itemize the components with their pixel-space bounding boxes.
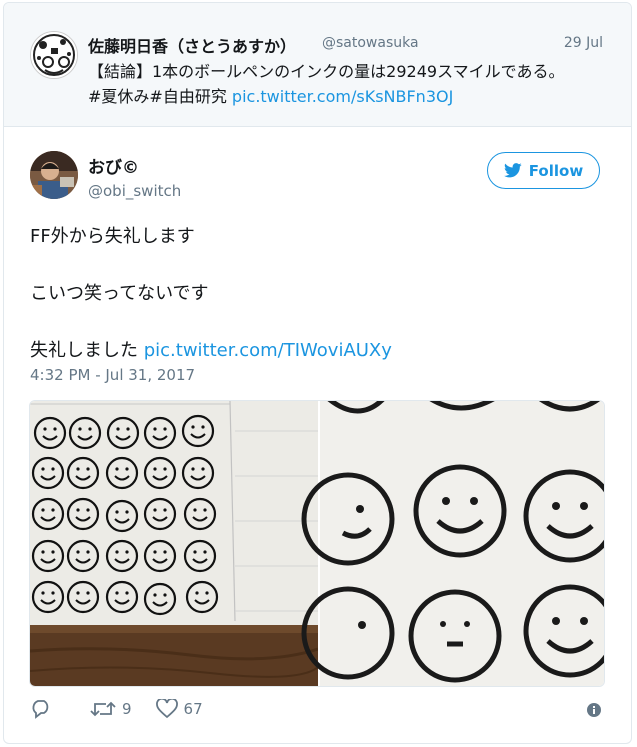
tweet-text-line-2: こいつ笑ってないです xyxy=(30,283,209,304)
tweet-text-line-3: 失礼しました pic.twitter.com/TIWoviAUXy xyxy=(30,336,392,362)
follow-label: Follow xyxy=(528,161,584,180)
parent-avatar[interactable] xyxy=(30,31,78,79)
retweet-icon xyxy=(90,701,116,717)
tweet-info-button[interactable] xyxy=(587,702,601,721)
author-handle[interactable]: @obi_switch xyxy=(88,182,181,200)
parent-text-line-2: #夏休み#自由研究 pic.twitter.com/sKsNBFn3OJ xyxy=(88,84,608,109)
parent-media-link[interactable]: pic.twitter.com/sKsNBFn3OJ xyxy=(232,87,453,106)
tweet-text-line-1: FF外から失礼します xyxy=(30,226,195,247)
heart-icon xyxy=(155,699,178,719)
tweet-actions: 9 67 xyxy=(30,699,227,719)
follow-button[interactable]: Follow xyxy=(487,152,600,189)
author-display-name[interactable]: おび© xyxy=(88,153,139,178)
like-action[interactable]: 67 xyxy=(155,699,203,719)
tweet-text-line-3-text: 失礼しました xyxy=(30,340,138,361)
parent-tweet-text: 【結論】1本のボールペンのインクの量は29249スマイルである。 #夏休み#自由… xyxy=(88,59,608,109)
like-count: 67 xyxy=(183,700,203,718)
tweet-timestamp[interactable]: 4:32 PM - Jul 31, 2017 xyxy=(30,366,195,384)
retweet-action[interactable]: 9 xyxy=(90,700,132,718)
parent-date[interactable]: 29 Jul xyxy=(564,35,603,51)
embedded-tweet-card: 佐藤明日香（さとうあすか） @satowasuka 29 Jul 【結論】1本の… xyxy=(3,2,632,744)
twitter-bird-icon xyxy=(503,163,522,178)
parent-text-line: 【結論】1本のボールペンのインクの量は29249スマイルである。 xyxy=(88,62,565,81)
parent-hashtags[interactable]: #夏休み#自由研究 xyxy=(88,87,227,106)
tweet-media-link[interactable]: pic.twitter.com/TIWoviAUXy xyxy=(144,340,392,361)
tweet-media[interactable] xyxy=(29,400,605,687)
reply-action[interactable] xyxy=(30,699,52,719)
info-icon xyxy=(587,703,601,717)
retweet-count: 9 xyxy=(122,700,132,718)
parent-handle[interactable]: @satowasuka xyxy=(322,35,419,51)
photo-right xyxy=(301,401,604,686)
reply-icon xyxy=(32,700,49,719)
parent-tweet[interactable]: 佐藤明日香（さとうあすか） @satowasuka 29 Jul 【結論】1本の… xyxy=(4,3,631,127)
photo-left xyxy=(30,401,319,686)
parent-display-name[interactable]: 佐藤明日香（さとうあすか） xyxy=(88,33,296,57)
author-avatar[interactable] xyxy=(30,151,78,199)
